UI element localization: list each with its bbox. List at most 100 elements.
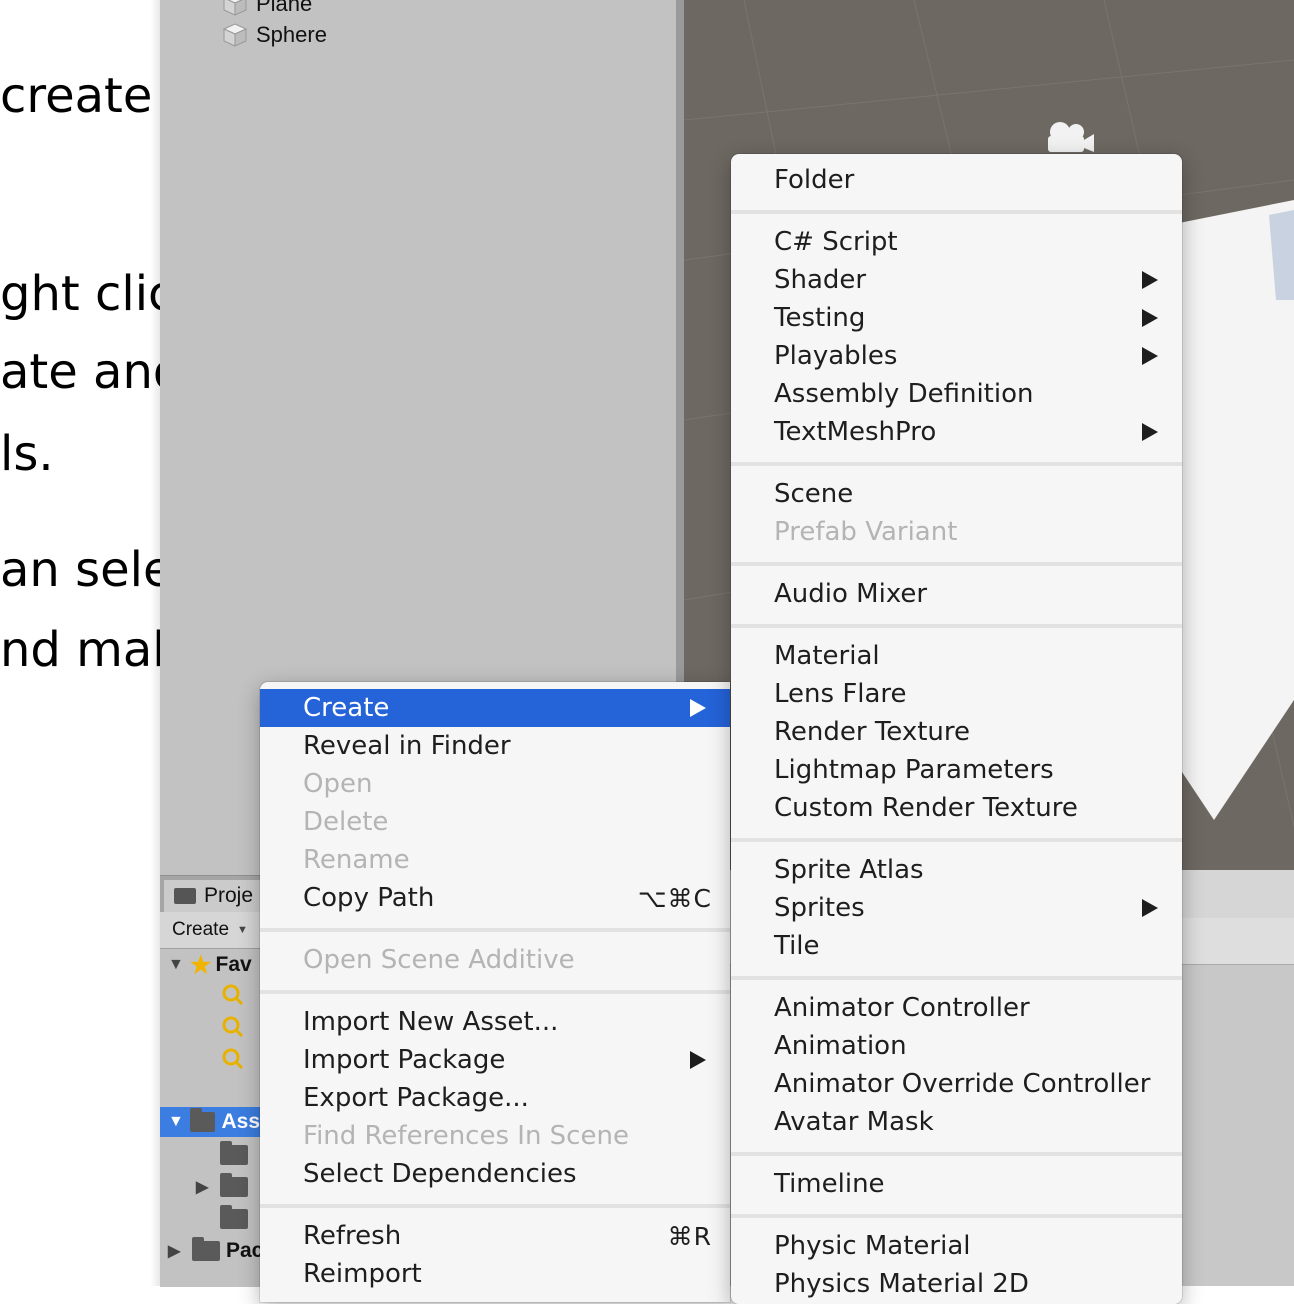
- submenu-arrow-icon: [1142, 309, 1158, 327]
- hierarchy-item[interactable]: Sphere: [222, 21, 327, 49]
- menu-item-timeline[interactable]: Timeline: [731, 1165, 1182, 1203]
- expand-triangle-icon[interactable]: ▶: [196, 1177, 214, 1197]
- menu-item-csharp-script[interactable]: C# Script: [731, 223, 1182, 261]
- menu-item-import-package[interactable]: Import Package: [260, 1041, 730, 1079]
- hierarchy-item-label: Sphere: [256, 22, 327, 47]
- menu-item-lightmap-parameters[interactable]: Lightmap Parameters: [731, 751, 1182, 789]
- menu-item-animator-controller[interactable]: Animator Controller: [731, 989, 1182, 1027]
- menu-item-shader[interactable]: Shader: [731, 261, 1182, 299]
- menu-item-animation[interactable]: Animation: [731, 1027, 1182, 1065]
- menu-separator: [731, 210, 1182, 214]
- menu-item-physics-material-2d[interactable]: Physics Material 2D: [731, 1265, 1182, 1303]
- doc-line: create a: [0, 68, 160, 124]
- search-icon[interactable]: [222, 984, 244, 1006]
- menu-item-textmeshpro[interactable]: TextMeshPro: [731, 413, 1182, 451]
- menu-item-rename[interactable]: Rename: [260, 841, 730, 879]
- expand-triangle-icon[interactable]: ▶: [168, 1241, 186, 1261]
- menu-item-copy-path[interactable]: Copy Path ⌥⌘C: [260, 879, 730, 917]
- menu-item-sprites[interactable]: Sprites: [731, 889, 1182, 927]
- menu-item-label: Assembly Definition: [774, 379, 1034, 409]
- background-document: create a ght click ate and ls. an select…: [0, 0, 160, 1286]
- menu-item-avatar-mask[interactable]: Avatar Mask: [731, 1103, 1182, 1141]
- tree-item-favorites[interactable]: ▼ ★ Fav: [160, 950, 252, 980]
- menu-item-animator-override-controller[interactable]: Animator Override Controller: [731, 1065, 1182, 1103]
- menu-item-label: Animator Override Controller: [774, 1069, 1151, 1099]
- menu-separator: [731, 1214, 1182, 1218]
- menu-item-scene[interactable]: Scene: [731, 475, 1182, 513]
- menu-item-label: Delete: [303, 807, 389, 837]
- menu-separator: [731, 838, 1182, 842]
- tree-item-packages[interactable]: ▶ Pac: [160, 1236, 263, 1266]
- search-icon[interactable]: [222, 1048, 244, 1070]
- camera-gizmo-icon: [1048, 122, 1094, 152]
- menu-item-label: Prefab Variant: [774, 517, 958, 547]
- doc-line: ght click: [0, 266, 160, 322]
- menu-item-label: Avatar Mask: [774, 1107, 934, 1137]
- menu-item-label: Material: [774, 641, 880, 671]
- folder-icon: [220, 1205, 248, 1229]
- menu-separator: [260, 1204, 730, 1208]
- menu-item-sprite-atlas[interactable]: Sprite Atlas: [731, 851, 1182, 889]
- menu-item-label: Reveal in Finder: [303, 731, 511, 761]
- menu-item-label: Reimport: [303, 1259, 422, 1289]
- menu-item-label: TextMeshPro: [774, 417, 937, 447]
- menu-item-delete[interactable]: Delete: [260, 803, 730, 841]
- search-icon[interactable]: [222, 1016, 244, 1038]
- menu-item-testing[interactable]: Testing: [731, 299, 1182, 337]
- menu-item-prefab-variant[interactable]: Prefab Variant: [731, 513, 1182, 551]
- menu-item-label: Copy Path: [303, 883, 435, 913]
- tab-project-label: Proje: [204, 884, 254, 907]
- tab-project[interactable]: Proje: [164, 880, 274, 912]
- tree-item-label: Pac: [226, 1239, 264, 1262]
- menu-item-reimport[interactable]: Reimport: [260, 1255, 730, 1293]
- doc-line: an select: [0, 542, 160, 598]
- menu-item-open-scene-additive[interactable]: Open Scene Additive: [260, 941, 730, 979]
- expand-triangle-icon[interactable]: ▼: [168, 1113, 184, 1131]
- menu-shortcut: ⌥⌘C: [637, 883, 712, 913]
- context-menu: Create Reveal in Finder Open Delete Rena…: [260, 682, 730, 1302]
- menu-item-label: C# Script: [774, 227, 898, 257]
- menu-item-reveal-in-finder[interactable]: Reveal in Finder: [260, 727, 730, 765]
- menu-item-label: Rename: [303, 845, 410, 875]
- tree-item-subfolder[interactable]: [214, 1204, 254, 1234]
- menu-item-label: Lens Flare: [774, 679, 907, 709]
- cube-icon: [222, 0, 248, 17]
- create-dropdown-label: Create: [172, 919, 230, 940]
- menu-item-import-new-asset[interactable]: Import New Asset...: [260, 1003, 730, 1041]
- menu-item-render-texture[interactable]: Render Texture: [731, 713, 1182, 751]
- menu-item-tile[interactable]: Tile: [731, 927, 1182, 965]
- menu-separator: [731, 976, 1182, 980]
- folder-icon: [192, 1237, 220, 1261]
- menu-item-folder[interactable]: Folder: [731, 161, 1182, 199]
- menu-item-find-references[interactable]: Find References In Scene: [260, 1117, 730, 1155]
- menu-item-label: Open Scene Additive: [303, 945, 575, 975]
- tree-item-subfolder[interactable]: [214, 1140, 254, 1170]
- menu-item-export-package[interactable]: Export Package...: [260, 1079, 730, 1117]
- create-dropdown-button[interactable]: Create ▼: [172, 916, 248, 944]
- menu-item-label: Animation: [774, 1031, 907, 1061]
- tree-item-subfolder[interactable]: ▶: [188, 1172, 254, 1202]
- menu-item-open[interactable]: Open: [260, 765, 730, 803]
- menu-item-label: Export Package...: [303, 1083, 529, 1113]
- menu-item-label: Open: [303, 769, 373, 799]
- expand-triangle-icon[interactable]: ▼: [168, 956, 186, 974]
- menu-shortcut: ⌘R: [667, 1221, 712, 1251]
- menu-item-label: Tile: [774, 931, 820, 961]
- tree-item-assets[interactable]: ▼ Ass: [160, 1107, 260, 1137]
- menu-item-material[interactable]: Material: [731, 637, 1182, 675]
- menu-item-label: Import Package: [303, 1045, 506, 1075]
- menu-item-create[interactable]: Create: [260, 689, 730, 727]
- menu-separator: [731, 462, 1182, 466]
- menu-item-select-dependencies[interactable]: Select Dependencies: [260, 1155, 730, 1193]
- menu-item-refresh[interactable]: Refresh ⌘R: [260, 1217, 730, 1255]
- menu-item-lens-flare[interactable]: Lens Flare: [731, 675, 1182, 713]
- menu-item-audio-mixer[interactable]: Audio Mixer: [731, 575, 1182, 613]
- menu-item-label: Import New Asset...: [303, 1007, 559, 1037]
- menu-item-playables[interactable]: Playables: [731, 337, 1182, 375]
- menu-item-assembly-definition[interactable]: Assembly Definition: [731, 375, 1182, 413]
- hierarchy-item[interactable]: Plane: [222, 0, 312, 18]
- star-icon: ★: [190, 951, 212, 979]
- menu-separator: [731, 562, 1182, 566]
- menu-item-physic-material[interactable]: Physic Material: [731, 1227, 1182, 1265]
- menu-item-custom-render-texture[interactable]: Custom Render Texture: [731, 789, 1182, 827]
